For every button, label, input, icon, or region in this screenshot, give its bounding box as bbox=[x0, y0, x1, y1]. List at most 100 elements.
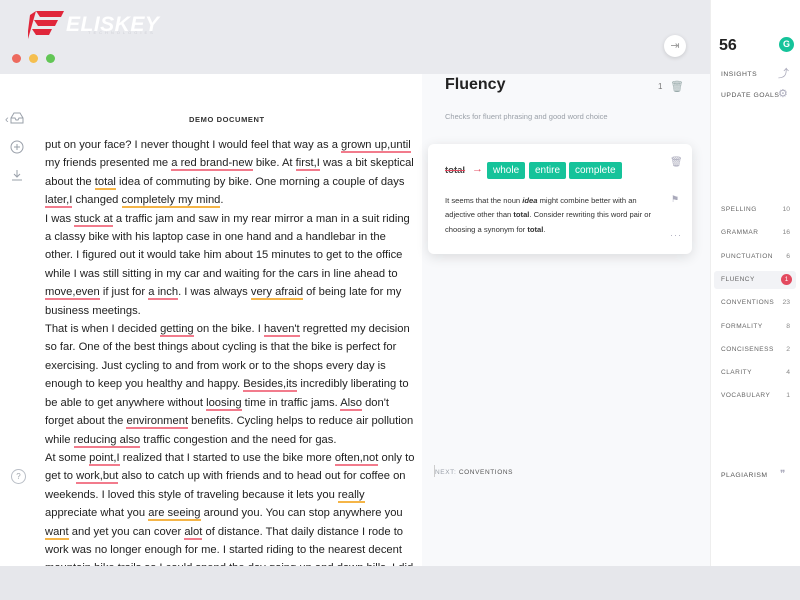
add-document-icon[interactable] bbox=[10, 140, 24, 154]
document-text: put on your face? I never thought I woul… bbox=[45, 139, 342, 151]
flagged-text[interactable]: loosing bbox=[206, 396, 242, 411]
flagged-text[interactable]: stuck at bbox=[74, 212, 113, 227]
flagged-text[interactable]: are seeing bbox=[148, 507, 201, 522]
insights-link[interactable]: INSIGHTS bbox=[721, 71, 757, 78]
suggestion-card[interactable]: total → whole entire complete 🗑 It seems… bbox=[428, 144, 692, 254]
category-grammar[interactable]: GRAMMAR 16 bbox=[714, 224, 796, 242]
document-paragraph: I was stuck at a traffic jam and saw in … bbox=[45, 210, 415, 320]
category-count-badge: 2 bbox=[786, 345, 790, 353]
document-text: my friends presented me bbox=[45, 157, 172, 170]
trend-chart-icon[interactable]: ⤴ bbox=[778, 65, 789, 81]
category-label: SPELLING bbox=[721, 206, 757, 213]
update-goals-link[interactable]: UPDATE GOALS bbox=[721, 92, 779, 99]
flagged-text[interactable]: really bbox=[337, 488, 365, 503]
emphasized-word: total bbox=[527, 224, 544, 234]
flagged-text[interactable]: later,I bbox=[45, 194, 73, 209]
flagged-text[interactable]: point,I bbox=[89, 451, 120, 466]
suggestion-whole-button[interactable]: whole bbox=[487, 162, 526, 179]
overall-score: 56 bbox=[719, 37, 737, 54]
flagged-text[interactable]: very afraid bbox=[250, 286, 304, 301]
window-minimize-button[interactable] bbox=[29, 54, 38, 63]
flagged-text[interactable]: getting bbox=[160, 323, 194, 338]
flagged-text[interactable]: often,not bbox=[334, 451, 379, 466]
document-text: traffic congestion and the need for gas. bbox=[140, 433, 337, 446]
flagged-text[interactable]: a red brand-new bbox=[171, 157, 253, 172]
next-prefix: NEXT: bbox=[435, 469, 457, 476]
next-category-name: CONVENTIONS bbox=[458, 469, 514, 476]
arrow-right-icon: → bbox=[472, 163, 483, 175]
suggestion-complete-button[interactable]: complete bbox=[569, 162, 622, 179]
flagged-text[interactable]: want bbox=[45, 525, 69, 540]
document-text: I was bbox=[45, 212, 75, 225]
document-text: realized that I started to use the bike … bbox=[119, 451, 335, 464]
flagged-text[interactable]: Also bbox=[340, 396, 362, 411]
category-label: VOCABULARY bbox=[721, 392, 771, 400]
category-spelling[interactable]: SPELLING 10 bbox=[714, 201, 796, 219]
left-rail: ‹ bbox=[0, 74, 36, 566]
document-text: . I was always bbox=[178, 286, 251, 299]
more-options-icon[interactable]: ··· bbox=[670, 230, 682, 240]
category-label: FLUENCY bbox=[721, 275, 755, 283]
category-count-badge: 16 bbox=[782, 229, 790, 237]
next-category-link[interactable]: NEXT: CONVENTIONS bbox=[435, 469, 513, 476]
suggestion-entire-button[interactable]: entire bbox=[529, 162, 567, 179]
grammarly-badge-icon[interactable]: G bbox=[779, 37, 794, 52]
collapse-icon[interactable]: ‹ bbox=[5, 114, 9, 126]
category-count-badge: 4 bbox=[786, 369, 790, 377]
category-description: Checks for fluent phrasing and good word… bbox=[445, 112, 608, 121]
document-text: time in traffic jams. bbox=[241, 396, 341, 409]
category-count-badge: 6 bbox=[786, 252, 790, 260]
dismiss-icon[interactable]: 🗑 bbox=[670, 157, 683, 168]
exit-icon[interactable]: ⇥ bbox=[664, 35, 686, 57]
category-clarity[interactable]: CLARITY 4 bbox=[714, 364, 796, 382]
inbox-icon[interactable] bbox=[10, 111, 24, 125]
bottom-band bbox=[0, 566, 800, 600]
flagged-text[interactable]: Besides,its bbox=[243, 378, 298, 393]
document-text: on the bike. I bbox=[193, 323, 264, 336]
document-editor[interactable]: put on your face? I never thought I woul… bbox=[45, 136, 415, 566]
window-maximize-button[interactable] bbox=[46, 54, 55, 63]
flagged-text[interactable]: haven't bbox=[263, 323, 300, 338]
document-text: if just for bbox=[99, 286, 149, 299]
document-text: . bbox=[220, 194, 224, 207]
category-count: 1 bbox=[658, 82, 663, 91]
category-count-badge: 23 bbox=[782, 299, 790, 307]
flagged-text[interactable]: total bbox=[94, 175, 116, 190]
flagged-text[interactable]: move,even bbox=[45, 286, 100, 301]
window-close-button[interactable] bbox=[12, 54, 21, 63]
plagiarism-link[interactable]: PLAGIARISM bbox=[721, 472, 768, 479]
help-icon[interactable]: ? bbox=[11, 469, 26, 484]
category-conventions[interactable]: CONVENTIONS 23 bbox=[714, 294, 796, 312]
quote-icon[interactable]: ❞ bbox=[780, 469, 785, 480]
category-fluency[interactable]: FLUENCY 1 bbox=[714, 270, 796, 289]
document-text: and yet you can cover bbox=[68, 525, 185, 538]
category-formality[interactable]: FORMALITY 8 bbox=[714, 318, 796, 336]
category-label: CONVENTIONS bbox=[721, 299, 775, 307]
dismiss-all-icon[interactable]: 🗑 bbox=[670, 80, 684, 93]
flagged-text[interactable]: grown up,until bbox=[341, 139, 411, 153]
eliskey-logo-icon bbox=[28, 11, 64, 39]
flagged-text[interactable]: first,I bbox=[295, 157, 320, 172]
flagged-text[interactable]: reducing also bbox=[73, 433, 141, 448]
flag-icon[interactable]: ⚑ bbox=[671, 194, 679, 205]
emphasized-word: idea bbox=[522, 196, 538, 205]
category-label: CLARITY bbox=[721, 369, 752, 377]
flagged-text[interactable]: work,but bbox=[76, 470, 119, 485]
category-count-badge: 1 bbox=[786, 392, 790, 400]
document-text: changed bbox=[72, 194, 122, 207]
flagged-text[interactable]: completely my mind bbox=[121, 194, 221, 209]
category-label: PUNCTUATION bbox=[721, 252, 773, 260]
suggestion-explanation: It seems that the noun idea might combin… bbox=[445, 194, 665, 237]
category-conciseness[interactable]: CONCISENESS 2 bbox=[714, 341, 796, 359]
flagged-text[interactable]: a inch bbox=[148, 286, 179, 301]
category-punctuation[interactable]: PUNCTUATION 6 bbox=[714, 248, 796, 266]
gear-icon[interactable]: ⚙ bbox=[778, 87, 788, 100]
download-icon[interactable] bbox=[10, 168, 24, 182]
category-vocabulary[interactable]: VOCABULARY 1 bbox=[714, 387, 796, 405]
flagged-text[interactable]: alot bbox=[184, 525, 203, 540]
flagged-text[interactable]: environment bbox=[126, 415, 189, 430]
document-title: DEMO DOCUMENT bbox=[189, 115, 265, 124]
document-text: At some bbox=[45, 451, 90, 464]
brand-logo: ELISKEY bbox=[28, 10, 159, 40]
document-paragraph: At some point,I realized that I started … bbox=[45, 449, 415, 566]
